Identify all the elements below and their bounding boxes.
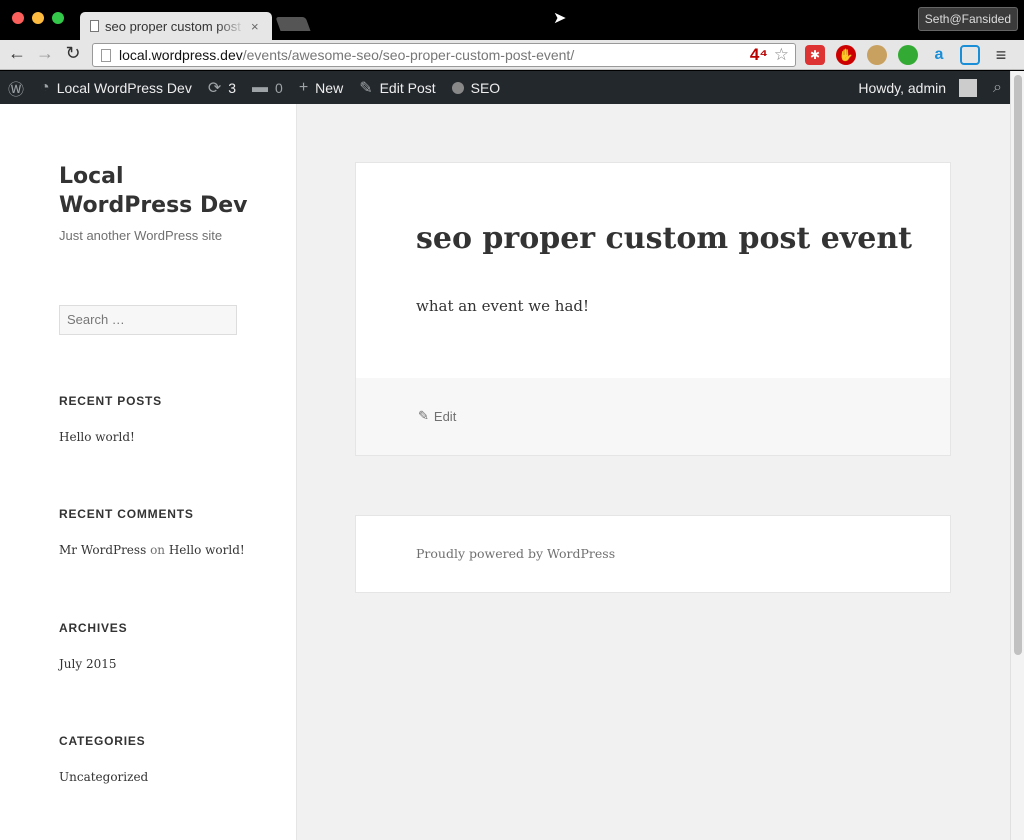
bookmark-star-icon[interactable]: ☆ (774, 45, 789, 65)
post-title: seo proper custom post event (416, 221, 913, 256)
avatar (959, 78, 978, 97)
categories-title: CATEGORIES (59, 734, 146, 748)
forward-icon[interactable]: → (34, 43, 56, 64)
close-window-button[interactable] (12, 12, 24, 24)
page-icon (101, 48, 111, 62)
url-text: local.wordpress.dev/events/awesome-seo/s… (119, 47, 575, 63)
post-article: seo proper custom post event what an eve… (355, 162, 951, 456)
adblock-icon[interactable]: ✋ (836, 45, 856, 65)
reload-icon[interactable]: ↻ (62, 43, 84, 64)
comment-author-link[interactable]: Mr WordPress (59, 543, 146, 557)
dashboard-icon: ◔ (40, 78, 50, 96)
amazon-assistant-icon[interactable]: a (929, 45, 949, 65)
category-link[interactable]: Uncategorized (59, 770, 148, 784)
tab-close-icon[interactable]: × (251, 19, 259, 34)
page-icon (90, 20, 99, 32)
wp-logo-menu[interactable]: Ⓦ (0, 71, 32, 104)
pencil-icon: ✎ (359, 79, 373, 97)
search-icon: ⌕ (993, 78, 1002, 96)
site-name-menu[interactable]: ◔ Local WordPress Dev (32, 71, 200, 104)
zoom-window-button[interactable] (52, 12, 64, 24)
seo-label: SEO (470, 79, 501, 96)
seo-status-icon (451, 81, 464, 94)
updates-count: 3 (228, 79, 237, 96)
browser-tab-content[interactable]: seo proper custom post event × (90, 12, 268, 40)
tab-title: seo proper custom post event (105, 18, 245, 34)
recent-comments-title: RECENT COMMENTS (59, 507, 194, 521)
archives-title: ARCHIVES (59, 621, 128, 635)
updates-menu[interactable]: ⟳ 3 (200, 71, 244, 104)
admin-bar-site-name: Local WordPress Dev (56, 79, 192, 96)
new-label: New (315, 79, 344, 96)
recent-post-link[interactable]: Hello world! (59, 430, 135, 444)
screenshot-icon[interactable] (960, 45, 980, 65)
new-tab-button[interactable] (275, 17, 311, 31)
minimize-window-button[interactable] (32, 12, 44, 24)
wordpress-logo-icon: Ⓦ (8, 81, 25, 99)
my-account-menu[interactable]: Howdy, admin (850, 71, 985, 104)
howdy-text: Howdy, admin (858, 79, 947, 96)
back-icon[interactable]: ← (6, 43, 28, 64)
search-input[interactable]: Search … (59, 305, 237, 335)
page-body: Local WordPress Dev Just another WordPre… (0, 104, 1010, 840)
site-tagline: Just another WordPress site (59, 228, 223, 243)
comment-post-link[interactable]: Hello world! (169, 543, 245, 557)
wp-admin-bar: Ⓦ ◔ Local WordPress Dev ⟳ 3 ▬ 0 + New ✎ … (0, 71, 1010, 104)
edit-label: Edit (433, 408, 457, 424)
edit-post-label: Edit Post (379, 79, 436, 96)
mouse-cursor-icon: ➤ (553, 10, 567, 27)
browser-toolbar: ← → ↻ local.wordpress.dev/events/awesome… (0, 40, 1024, 70)
site-footer: Proudly powered by WordPress (355, 515, 951, 593)
seo-menu[interactable]: SEO (444, 71, 509, 104)
extension-badge-icon[interactable]: 4⁴ (750, 45, 768, 65)
extensions-area: ✱ ✋ a ≡ (805, 45, 1011, 65)
browser-titlebar: seo proper custom post event × ➤ Seth@Fa… (0, 0, 1024, 40)
profile-button[interactable]: Seth@Fansided (917, 7, 1018, 31)
new-content-menu[interactable]: + New (291, 71, 351, 104)
recent-comment-item: Mr WordPress on Hello world! (59, 543, 245, 557)
address-bar[interactable]: local.wordpress.dev/events/awesome-seo/s… (92, 43, 796, 67)
plus-icon: + (298, 78, 309, 96)
sidebar: Local WordPress Dev Just another WordPre… (0, 104, 297, 840)
cookie-icon[interactable] (867, 45, 887, 65)
pencil-icon: ✎ (418, 408, 429, 423)
comments-count: 0 (275, 79, 283, 96)
edit-post-menu[interactable]: ✎ Edit Post (351, 71, 443, 104)
powered-by-link[interactable]: Proudly powered by WordPress (416, 546, 615, 561)
scrollbar[interactable] (1010, 71, 1024, 840)
archive-link[interactable]: July 2015 (59, 657, 117, 671)
comments-menu[interactable]: ▬ 0 (244, 71, 291, 104)
comment-on-text: on (150, 543, 166, 557)
post-content: what an event we had! (416, 297, 590, 315)
admin-bar-search[interactable]: ⌕ (985, 71, 1010, 104)
updates-icon: ⟳ (207, 79, 222, 97)
evernote-icon[interactable] (898, 45, 918, 65)
site-title[interactable]: Local WordPress Dev (59, 162, 259, 220)
scrollbar-thumb[interactable] (1014, 75, 1022, 655)
recent-posts-title: RECENT POSTS (59, 394, 162, 408)
lastpass-icon[interactable]: ✱ (805, 45, 825, 65)
post-footer: ✎ Edit (356, 378, 950, 455)
menu-icon[interactable]: ≡ (991, 45, 1011, 65)
comment-icon: ▬ (252, 78, 269, 96)
edit-post-link[interactable]: ✎ Edit (418, 408, 456, 424)
